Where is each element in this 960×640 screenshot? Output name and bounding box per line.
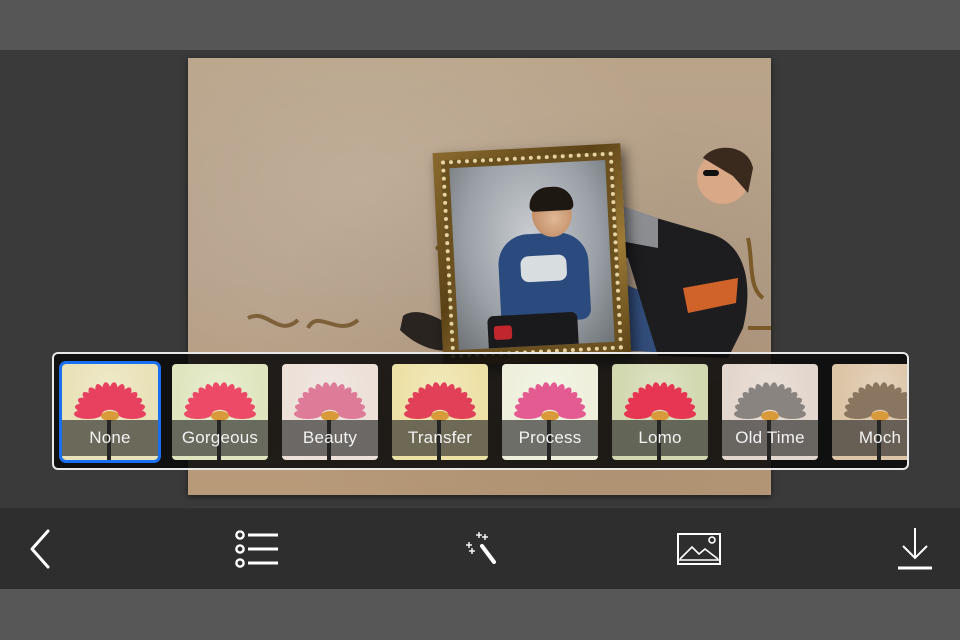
effects-button[interactable]: [445, 508, 515, 590]
bottom-bar: [0, 589, 960, 640]
filter-label: Moch: [832, 420, 907, 456]
filter-item[interactable]: None: [59, 361, 161, 463]
chevron-left-icon: [30, 529, 50, 569]
filter-list: None Gorgeous Beauty Transfer Process Lomo Old…: [59, 361, 907, 463]
filter-item[interactable]: Old Time: [722, 364, 818, 460]
filter-label: Process: [502, 420, 598, 456]
save-button[interactable]: [880, 508, 950, 590]
filter-item[interactable]: Moch: [832, 364, 907, 460]
back-button[interactable]: [6, 508, 76, 590]
filter-label: Gorgeous: [172, 420, 268, 456]
filter-item[interactable]: Gorgeous: [172, 364, 268, 460]
filter-label: None: [62, 420, 158, 456]
top-bar: [0, 0, 960, 50]
download-icon: [898, 528, 932, 570]
filter-label: Transfer: [392, 420, 488, 456]
picture-frame-border: [440, 151, 624, 359]
filter-item[interactable]: Process: [502, 364, 598, 460]
filter-label: Old Time: [722, 420, 818, 456]
bottom-toolbar: [0, 507, 960, 589]
picture-frame[interactable]: [432, 143, 632, 367]
magic-wand-icon: [466, 532, 496, 564]
filter-strip[interactable]: None Gorgeous Beauty Transfer Process Lomo Old…: [52, 352, 909, 470]
filter-item[interactable]: Beauty: [282, 364, 378, 460]
gallery-button[interactable]: [664, 508, 734, 590]
list-icon: [235, 530, 278, 568]
framed-photo[interactable]: [449, 160, 615, 350]
filter-item[interactable]: Lomo: [612, 364, 708, 460]
image-icon: [677, 533, 721, 565]
filter-item[interactable]: Transfer: [392, 364, 488, 460]
filter-label: Beauty: [282, 420, 378, 456]
filter-label: Lomo: [612, 420, 708, 456]
frames-list-button[interactable]: [224, 508, 294, 590]
